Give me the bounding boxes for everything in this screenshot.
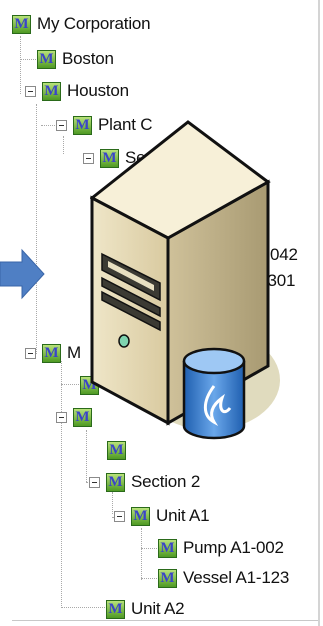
model-icon: M (42, 81, 61, 101)
tree-node-label: Boston (62, 49, 114, 68)
tree-node-root[interactable]: M My Corporation (12, 11, 151, 37)
tree-connector (63, 136, 64, 154)
model-icon: M (106, 599, 125, 619)
tree-node-boston[interactable]: M Boston (37, 46, 114, 72)
collapse-toggle[interactable] (56, 411, 67, 423)
tree-connector (61, 384, 79, 385)
panel-border-right (318, 0, 320, 626)
tree-connector (112, 492, 113, 514)
model-icon: M (42, 343, 61, 363)
collapse-toggle[interactable] (25, 85, 36, 97)
collapse-toggle[interactable] (89, 476, 100, 488)
tree-node-label: My Corporation (37, 14, 151, 33)
collapse-toggle[interactable] (56, 119, 67, 131)
tree-node-label: Houston (67, 81, 129, 100)
tree-node-hidden[interactable]: M (56, 404, 92, 430)
collapse-toggle[interactable] (114, 510, 125, 522)
server-with-database-icon (90, 120, 280, 440)
tree-connector (20, 59, 36, 60)
tree-connector (141, 548, 157, 549)
model-icon: M (131, 506, 150, 526)
tree-node-label: Pump A1-002 (183, 538, 284, 557)
model-icon: M (158, 538, 177, 558)
model-icon: M (12, 14, 31, 34)
collapse-toggle[interactable] (25, 347, 36, 359)
tree-node-unit-a2[interactable]: M Unit A2 (106, 596, 185, 622)
tree-node-label: Unit A1 (156, 506, 210, 525)
tree-connector (20, 36, 21, 94)
tree-node-houston[interactable]: M Houston (25, 78, 129, 104)
tree-node-label: Section 2 (131, 472, 201, 491)
tree-node-label: M (67, 343, 81, 362)
tree-connector (141, 528, 142, 580)
model-icon: M (158, 568, 177, 588)
tree-connector (86, 430, 87, 482)
tree-connector (61, 607, 105, 608)
tree-node-pump[interactable]: M Pump A1-002 (158, 535, 284, 561)
tree-connector (141, 578, 157, 579)
model-icon: M (106, 472, 125, 492)
model-icon: M (37, 49, 56, 69)
right-arrow-icon (0, 248, 45, 300)
panel-border-bottom (12, 620, 318, 621)
tree-node-m[interactable]: M M (25, 340, 81, 366)
tree-connector (36, 104, 37, 354)
tree-node-label: Unit A2 (131, 599, 185, 618)
tree-node-section-2[interactable]: M Section 2 (89, 469, 200, 495)
tree-node-label: Vessel A1-123 (183, 568, 290, 587)
tree-node-unit-a1[interactable]: M Unit A1 (114, 503, 210, 529)
tree-node-vessel[interactable]: M Vessel A1-123 (158, 565, 289, 591)
tree-connector (61, 361, 62, 606)
